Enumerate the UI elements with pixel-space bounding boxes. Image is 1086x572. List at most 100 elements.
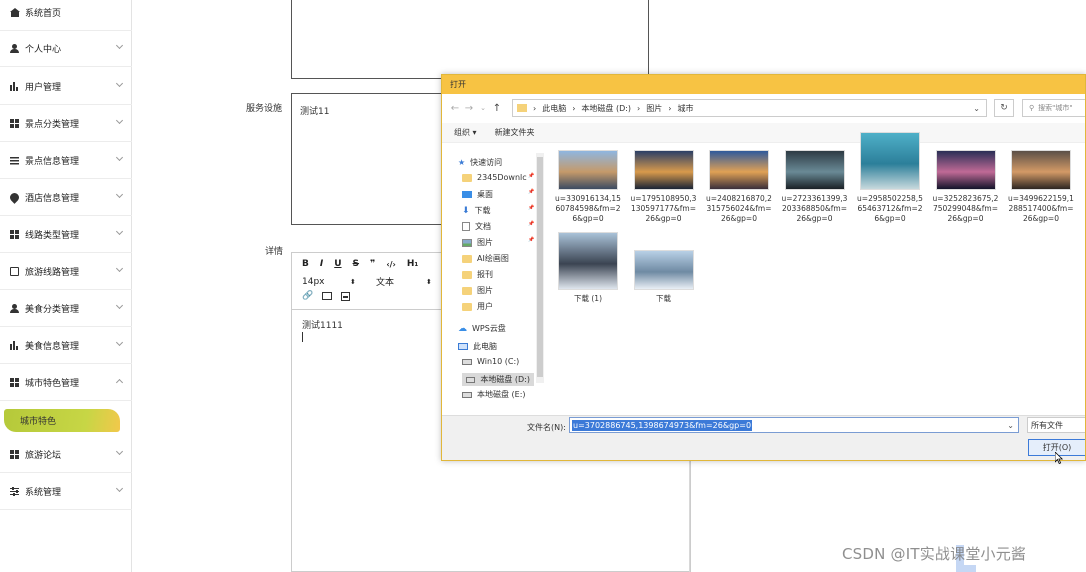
font-size-arrows-icon: ⬍ [350, 277, 356, 286]
sidebar-item-3[interactable]: 景点分类管理 [0, 105, 132, 142]
image-icon[interactable] [322, 292, 333, 300]
chevron-down-icon [115, 153, 124, 162]
sidebar-item-6[interactable]: 线路类型管理 [0, 216, 132, 253]
nav-item-2[interactable]: 桌面 📌 [462, 189, 534, 200]
code-button[interactable]: ‹/› [386, 260, 396, 269]
chevron-down-icon [115, 338, 124, 347]
picture-icon [462, 238, 472, 247]
folder-icon [462, 270, 472, 279]
nav-item-3[interactable]: ⬇ 下载 📌 [462, 205, 534, 216]
file-item[interactable]: u=2408216870,2315756024&fm=26&gp=0 [705, 150, 773, 224]
forward-arrow-icon[interactable]: → [462, 103, 476, 114]
strike-button[interactable]: S [353, 259, 359, 269]
file-thumbnail [633, 150, 694, 190]
star-icon: ★ [458, 158, 466, 167]
nav-item-10[interactable]: ☁ WPS云盘 [458, 323, 506, 334]
nav-scrollbar[interactable] [536, 153, 544, 383]
file-item[interactable]: u=3252823675,2750299048&fm=26&gp=0 [932, 150, 1000, 224]
recent-chevron-icon[interactable]: ⌄ [476, 104, 490, 112]
underline-button[interactable]: U [334, 259, 341, 269]
breadcrumb-city[interactable]: 城市 [677, 103, 693, 114]
new-folder-button[interactable]: 新建文件夹 [495, 127, 535, 138]
nav-item-5[interactable]: 图片 📌 [462, 237, 534, 248]
back-arrow-icon[interactable]: ← [448, 103, 462, 114]
nav-item-11[interactable]: 此电脑 [458, 341, 497, 352]
sidebar-item-4[interactable]: 景点信息管理 [0, 142, 132, 179]
text-caret [302, 332, 303, 342]
sidebar-item-label: 景点分类管理 [25, 119, 80, 130]
sidebar-item-9[interactable]: 美食信息管理 [0, 327, 132, 364]
editor-content[interactable]: 测试1111 [302, 318, 343, 342]
file-thumbnail [709, 150, 769, 190]
nav-item-9[interactable]: 用户 [462, 301, 493, 312]
sidebar-subitem-city-features[interactable]: 城市特色 [4, 409, 120, 432]
sidebar-item-11[interactable]: 旅游论坛 [0, 436, 132, 473]
organize-button[interactable]: 组织 ▾ [454, 127, 477, 138]
filename-dropdown-icon[interactable]: ⌄ [1007, 421, 1014, 430]
filename-input[interactable]: u=3702886745,1398674973&fm=26&gp=0 ⌄ [569, 417, 1019, 433]
chevron-up-icon [115, 378, 124, 387]
blockquote-button[interactable]: ❞ [370, 259, 375, 269]
sidebar-item-8[interactable]: 美食分类管理 [0, 290, 132, 327]
link-icon[interactable]: 🔗 [302, 291, 313, 301]
file-thumbnail [1011, 150, 1071, 190]
file-item[interactable]: 下载 (1) [554, 232, 622, 304]
nav-item-13[interactable]: 本地磁盘 (D:) [462, 373, 534, 386]
nav-scroll-thumb[interactable] [537, 157, 543, 377]
drive-icon [466, 376, 476, 383]
breadcrumb-drive-d[interactable]: 本地磁盘 (D:) [581, 103, 631, 114]
cloud-icon: ☁ [458, 323, 467, 334]
search-box[interactable]: ⚲ 搜索"城市" [1022, 99, 1085, 117]
nav-item-14[interactable]: 本地磁盘 (E:) [462, 389, 526, 400]
search-icon: ⚲ [1029, 104, 1035, 112]
up-arrow-icon[interactable]: ↑ [490, 103, 504, 114]
file-thumbnail [784, 150, 845, 190]
file-item[interactable]: u=330916134,1560784598&fm=26&gp=0 [554, 150, 622, 224]
nav-item-0[interactable]: ★ 快速访问 [458, 157, 502, 168]
nav-item-7[interactable]: 报刊 [462, 269, 493, 280]
file-item[interactable]: u=2723361399,3203368850&fm=26&gp=0 [781, 150, 849, 224]
sidebar-item-0[interactable]: 系统首页 [0, 0, 132, 31]
italic-button[interactable]: I [320, 259, 323, 269]
nav-item-1[interactable]: 2345Downlc 📌 [462, 173, 534, 182]
file-thumbnail [935, 150, 996, 190]
nav-item-12[interactable]: Win10 (C:) [462, 357, 519, 366]
user-icon [10, 303, 19, 313]
nav-item-8[interactable]: 图片 [462, 285, 493, 296]
description-textarea[interactable] [291, 0, 649, 79]
address-dropdown-icon[interactable]: ⌄ [973, 104, 980, 113]
sidebar-item-5[interactable]: 酒店信息管理 [0, 179, 132, 216]
nav-item-label: 本地磁盘 (D:) [480, 375, 530, 384]
pin-icon: 📌 [528, 221, 535, 227]
sidebar-item-10[interactable]: 城市特色管理 [0, 364, 132, 401]
file-item[interactable]: u=3499622159,1288517400&fm=26&gp=0 [1007, 150, 1075, 224]
bold-button[interactable]: B [302, 259, 309, 269]
video-icon[interactable] [341, 291, 351, 301]
file-thumbnail [860, 132, 920, 190]
sidebar-item-label: 线路类型管理 [25, 230, 80, 241]
breadcrumb-this-pc[interactable]: 此电脑 [542, 103, 566, 114]
sidebar-item-label: 旅游线路管理 [25, 267, 80, 278]
file-item[interactable]: 下载 [630, 250, 698, 304]
file-item[interactable]: u=2958502258,565463712&fm=26&gp=0 [856, 132, 924, 224]
nav-item-6[interactable]: AI绘画图 [462, 253, 509, 264]
folder-icon [462, 302, 472, 311]
refresh-button[interactable]: ↻ [994, 99, 1014, 117]
breadcrumb-pictures[interactable]: 图片 [646, 103, 662, 114]
sidebar-item-12[interactable]: 系统管理 [0, 473, 132, 510]
file-grid: u=330916134,1560784598&fm=26&gp=0 u=17951… [554, 132, 1084, 400]
address-bar[interactable]: › 此电脑 › 本地磁盘 (D:) › 图片 › 城市 ⌄ [512, 99, 987, 117]
nav-item-4[interactable]: 文档 📌 [462, 221, 534, 232]
sidebar-item-label: 个人中心 [25, 44, 62, 55]
sidebar-item-1[interactable]: 个人中心 [0, 30, 132, 67]
file-type-select[interactable]: 所有文件 [1027, 417, 1085, 433]
font-family-select[interactable]: 文本 [376, 275, 426, 288]
file-item[interactable]: u=1795108950,3130597177&fm=26&gp=0 [630, 150, 698, 224]
font-size-select[interactable]: 14px [302, 277, 350, 287]
sidebar-item-label: 系统管理 [25, 487, 62, 498]
drive-icon [462, 358, 472, 365]
h1-button[interactable]: H₁ [407, 259, 418, 269]
sidebar-item-7[interactable]: 旅游线路管理 [0, 253, 132, 290]
sidebar-item-label: 美食分类管理 [25, 304, 80, 315]
sidebar-item-2[interactable]: 用户管理 [0, 68, 132, 105]
